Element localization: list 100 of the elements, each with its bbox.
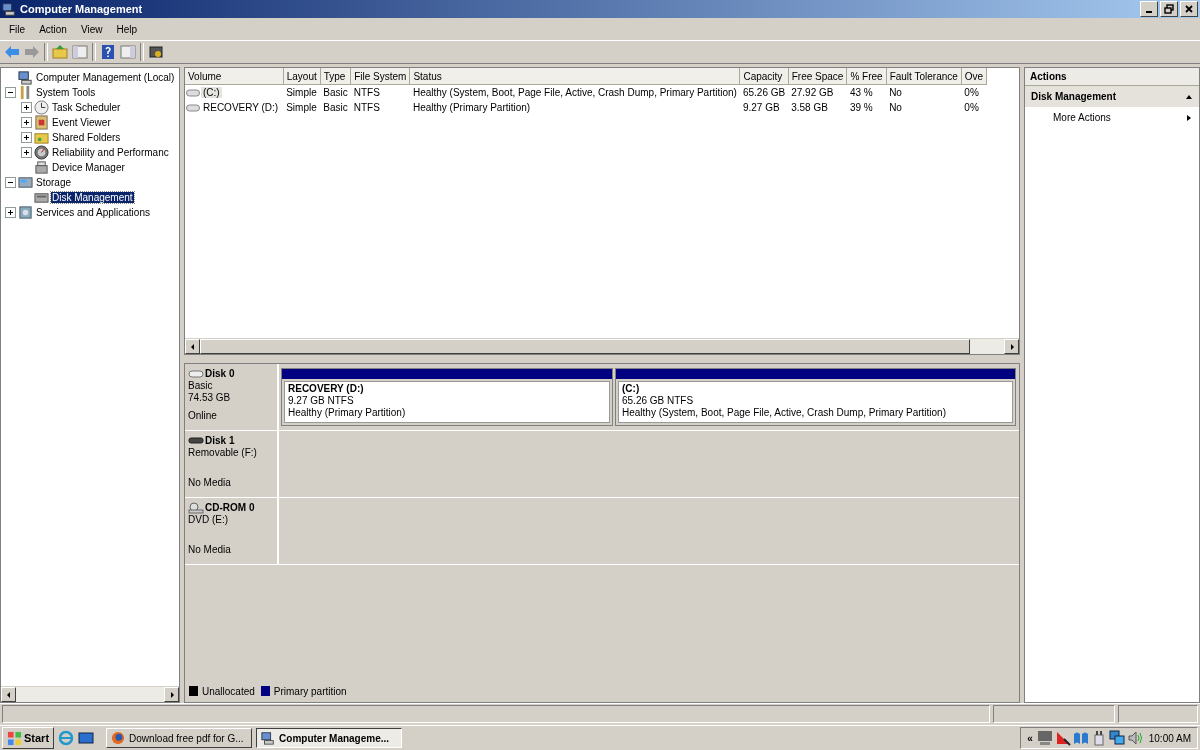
table-cell: Simple	[286, 102, 317, 113]
partition-block[interactable]: RECOVERY (D:) 9.27 GB NTFS Healthy (Primary Partition)	[281, 368, 613, 426]
expander-icon[interactable]	[21, 102, 32, 113]
disk-drive-icon	[188, 368, 204, 380]
minimize-icon	[1146, 11, 1152, 13]
actions-header: Actions	[1025, 68, 1199, 86]
disk-info: 74.53 GB	[188, 392, 232, 404]
disk-status: No Media	[188, 544, 232, 557]
windows-logo-icon	[7, 730, 22, 746]
show-hidden-icons-button[interactable]: «	[1027, 732, 1033, 744]
tree-item[interactable]: Shared Folders	[51, 132, 122, 143]
table-cell: No	[889, 102, 902, 113]
submenu-arrow-icon	[1185, 113, 1193, 122]
column-header[interactable]: Capacity	[739, 68, 789, 85]
column-header[interactable]: Type	[320, 68, 351, 85]
action-item[interactable]: More Actions	[1025, 107, 1199, 128]
restore-button[interactable]	[1160, 1, 1178, 17]
disk-info: DVD (E:)	[188, 514, 229, 526]
table-cell: 0%	[964, 102, 979, 113]
optical-drive-icon	[188, 502, 204, 514]
horizontal-scrollbar[interactable]	[1, 686, 179, 702]
partition-title: (C:)	[622, 383, 641, 395]
table-cell: NTFS	[353, 102, 380, 113]
log-icon	[34, 115, 49, 130]
column-header[interactable]: Status	[409, 68, 740, 85]
monitor-icon[interactable]	[1036, 730, 1053, 746]
disk-drive-icon	[188, 435, 204, 447]
column-header[interactable]: Fault Tolerance	[886, 68, 962, 85]
column-header[interactable]: % Free	[846, 68, 887, 85]
table-cell: 39 %	[849, 102, 873, 113]
globe-icon	[111, 731, 126, 745]
partition-title: RECOVERY (D:)	[288, 383, 365, 395]
legend-label: Unallocated	[202, 685, 255, 697]
desktop-icon[interactable]	[78, 730, 95, 746]
storage-icon	[18, 175, 33, 190]
menu-item[interactable]: Help	[109, 21, 144, 37]
tree-item[interactable]: Event Viewer	[51, 117, 112, 128]
table-cell: NTFS	[353, 87, 380, 98]
partition-status: Healthy (System, Boot, Page File, Active, Crash Dump, Primary Partition)	[622, 407, 947, 419]
table-cell: 0%	[964, 87, 979, 98]
partition-block[interactable]: (C:) 65.26 GB NTFS Healthy (System, Boot, Page File, Active, Crash Dump, Primary Partition)	[615, 368, 1016, 426]
disk-info: Removable (F:)	[188, 447, 258, 459]
expander-icon[interactable]	[21, 132, 32, 143]
disk-name: Disk 1	[205, 435, 235, 447]
table-cell: Basic	[323, 102, 348, 113]
tree-item[interactable]: Services and Applications	[35, 207, 151, 218]
start-button[interactable]: Start	[2, 727, 55, 749]
expander-icon[interactable]	[5, 207, 16, 218]
column-header[interactable]: Free Space	[788, 68, 847, 85]
table-cell: Simple	[286, 87, 317, 98]
table-cell-text: RECOVERY (D:)	[202, 102, 280, 113]
table-row[interactable]: RECOVERY (D:) Simple Basic NTFS Healthy (Primary Partition) 9.27 GB 3.58 GB 39 % No 0%	[185, 100, 987, 115]
expander-icon[interactable]	[21, 117, 32, 128]
network-icon[interactable]	[1108, 730, 1125, 746]
column-header[interactable]: Ove	[961, 68, 987, 85]
computer-icon	[261, 731, 276, 745]
horizontal-scrollbar[interactable]	[185, 338, 1019, 354]
expander-icon[interactable]	[21, 147, 32, 158]
gauge-icon	[34, 145, 49, 160]
menu-item[interactable]: View	[73, 21, 110, 37]
tree-item[interactable]: System Tools	[35, 87, 97, 98]
menu-item[interactable]: Action	[32, 21, 74, 37]
partition-status: Healthy (Primary Partition)	[288, 407, 407, 419]
tree-item[interactable]: Storage	[35, 177, 73, 188]
table-cell: (C:)	[201, 87, 222, 98]
computer-icon	[18, 70, 33, 85]
tree-item[interactable]: Task Scheduler	[51, 102, 122, 113]
table-cell: 3.58 GB	[791, 102, 828, 113]
table-cell: Healthy (Primary Partition)	[412, 102, 531, 113]
disk-drive-icon	[34, 190, 49, 205]
tree-item[interactable]: Computer Management (Local)	[35, 72, 176, 83]
taskbar-button[interactable]: Download free pdf for G...	[106, 728, 253, 748]
tree-item[interactable]: Reliability and Performanc	[51, 147, 170, 158]
table-cell: 43 %	[849, 87, 873, 98]
disk-settings-icon[interactable]	[148, 44, 164, 60]
actions-section-header[interactable]: Disk Management	[1025, 86, 1199, 107]
expander-icon[interactable]	[5, 87, 16, 98]
restore-icon	[1164, 4, 1174, 14]
expander-icon[interactable]	[5, 177, 16, 188]
disk-name: CD-ROM 0	[205, 502, 255, 514]
table-row[interactable]: (C:) Simple Basic NTFS Healthy (System, Boot, Page File, Active, Crash Dump, Primary Partition) 65.26 GB 27.92 GB 43 % No 0%	[185, 84, 987, 100]
disk-info: Basic	[188, 380, 214, 392]
taskbar-button[interactable]: Computer Manageme...	[256, 728, 403, 748]
column-header[interactable]: Volume	[185, 68, 284, 85]
window-title: Computer Management	[20, 3, 144, 15]
services-icon	[18, 205, 33, 220]
close-icon	[1184, 4, 1194, 14]
column-header[interactable]: Layout	[283, 68, 321, 85]
close-button[interactable]	[1180, 1, 1198, 17]
clock-icon	[34, 100, 49, 115]
minimize-button[interactable]	[1140, 1, 1158, 17]
tree-item[interactable]: Disk Management	[51, 192, 134, 203]
menu-item[interactable]: File	[2, 21, 33, 37]
tree-item[interactable]: Device Manager	[51, 162, 126, 173]
help-icon[interactable]	[100, 44, 116, 60]
column-header[interactable]: File System	[350, 68, 410, 85]
table-cell: Basic	[323, 87, 348, 98]
speaker-icon[interactable]	[1126, 730, 1143, 746]
clock[interactable]: 10:00 AM	[1148, 732, 1191, 744]
partition-size: 9.27 GB NTFS	[288, 395, 355, 407]
